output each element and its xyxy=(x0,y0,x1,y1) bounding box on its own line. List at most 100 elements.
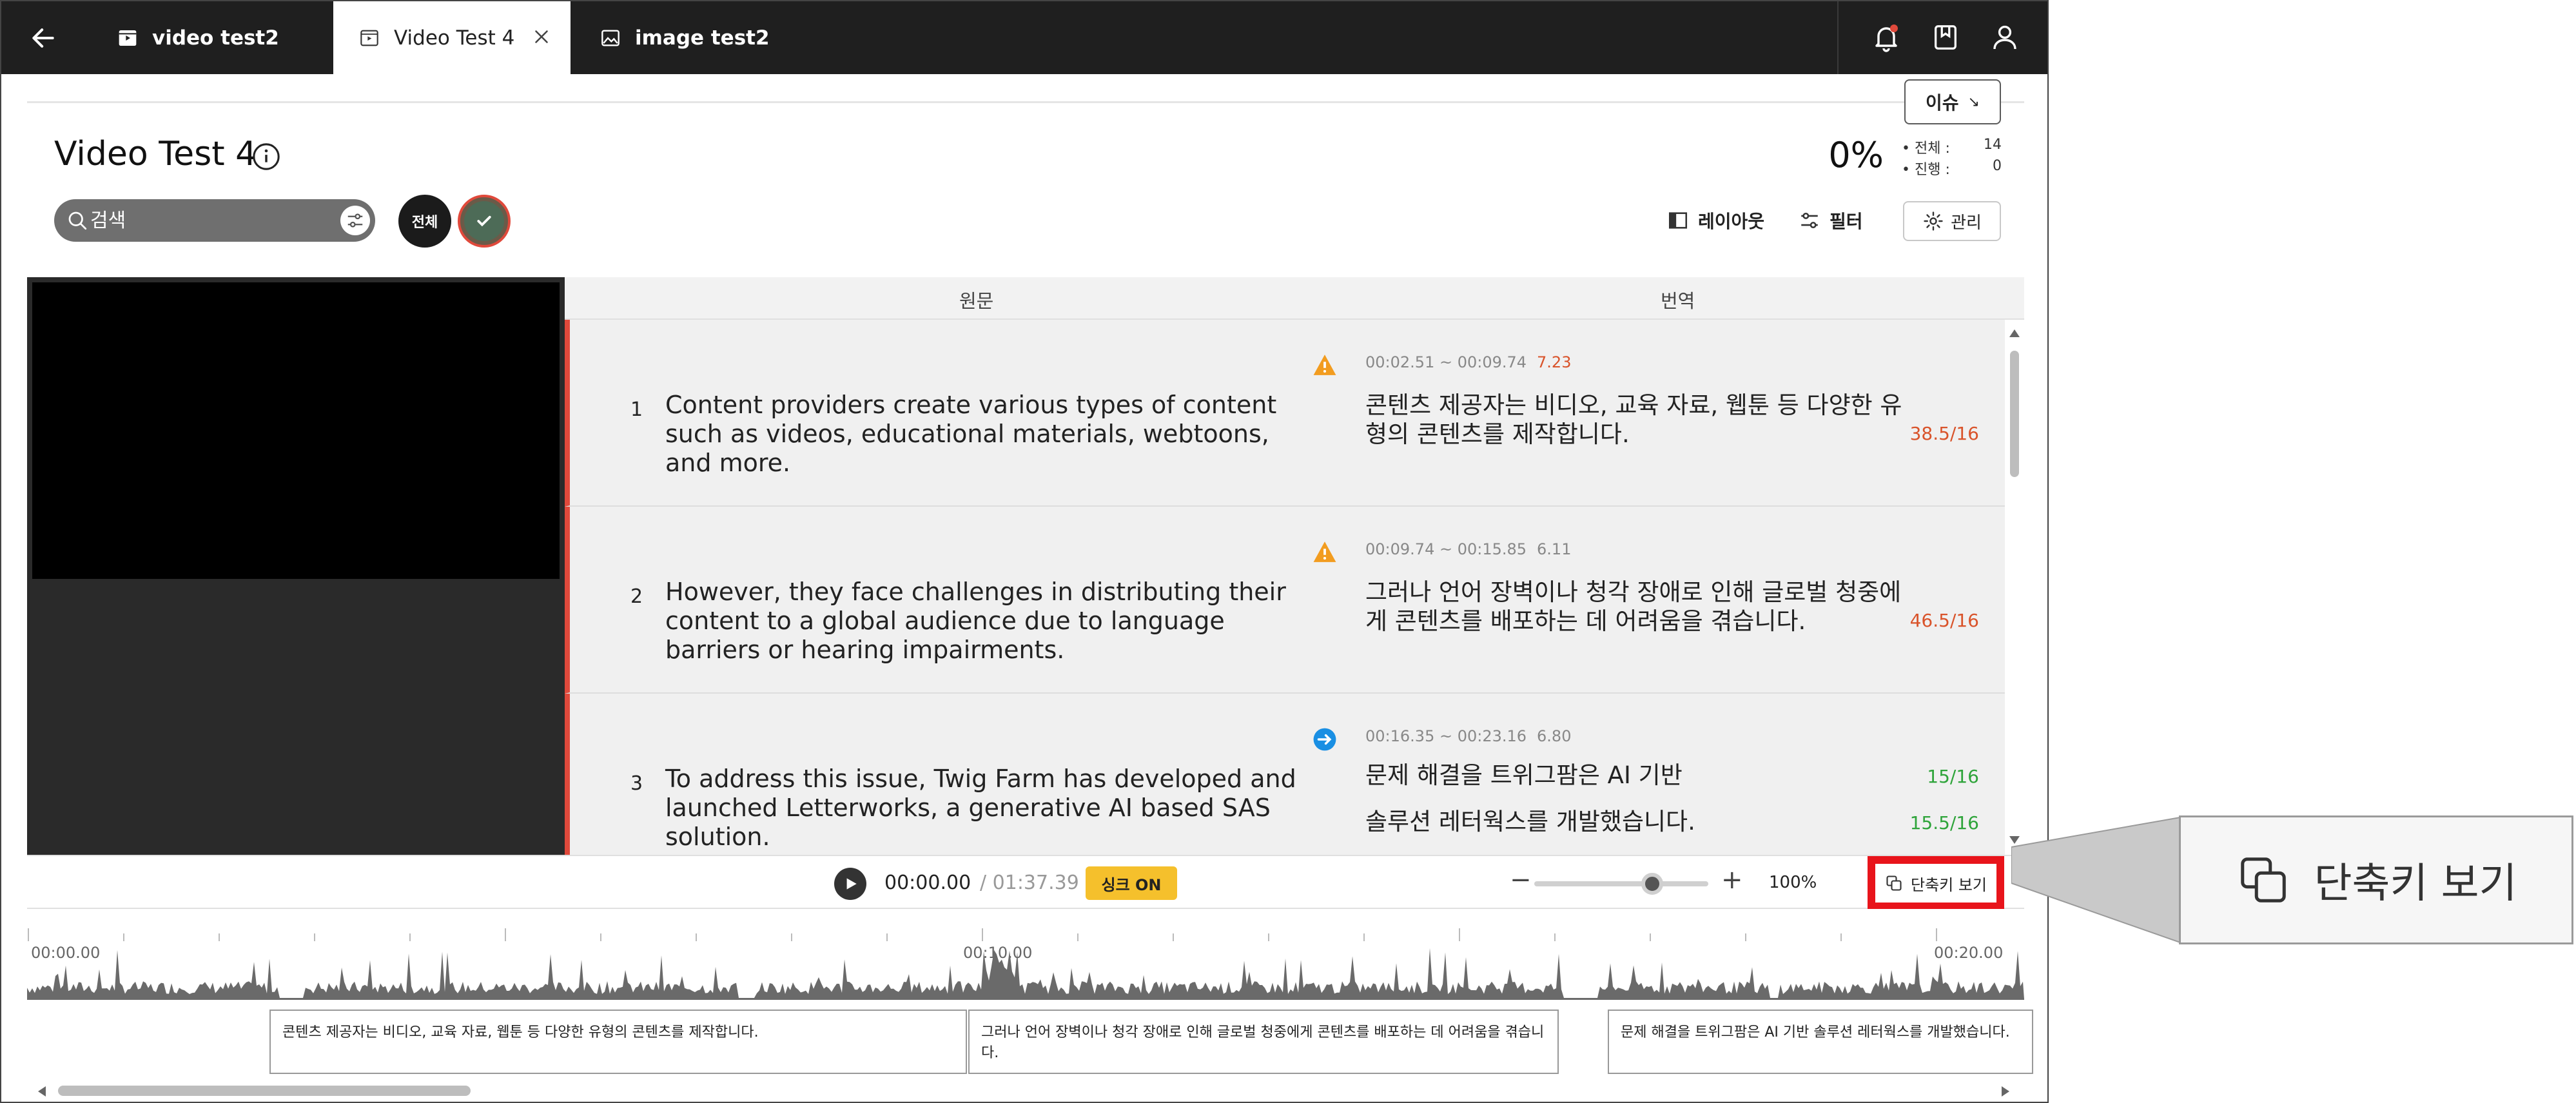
scrollbar-thumb[interactable] xyxy=(58,1086,471,1096)
info-icon[interactable] xyxy=(251,142,281,174)
app-window: video test2 Video Test 4 image test2 이슈 … xyxy=(0,0,2049,1103)
copy-icon xyxy=(2240,857,2286,903)
vertical-scrollbar[interactable] xyxy=(2005,320,2024,855)
sync-toggle[interactable]: 싱크 ON xyxy=(1086,866,1177,900)
sliders-icon xyxy=(347,213,363,228)
check-icon xyxy=(477,215,491,227)
callout-pointer xyxy=(2011,816,2181,944)
search-icon xyxy=(66,209,89,235)
translation-text[interactable]: 그러나 언어 장벽이나 청각 장애로 인해 글로벌 청중에게 콘텐츠를 배포하는… xyxy=(1365,578,1907,636)
source-text[interactable]: To address this issue, Twig Farm has dev… xyxy=(665,765,1303,852)
scroll-right-icon[interactable] xyxy=(2001,1086,2010,1097)
bookmark-button[interactable] xyxy=(1926,18,1965,57)
layout-button[interactable]: 레이아웃 xyxy=(1667,202,1764,239)
tab-video-test-4[interactable]: Video Test 4 xyxy=(333,1,571,74)
zoom-slider-handle[interactable] xyxy=(1641,873,1663,895)
user-icon xyxy=(1993,25,2016,50)
image-icon xyxy=(600,28,621,48)
table-row[interactable]: 3 To address this issue, Twig Farm has d… xyxy=(565,694,2005,855)
tab-image-test2[interactable]: image test2 xyxy=(571,1,812,74)
tab-label: image test2 xyxy=(635,26,770,50)
profile-button[interactable] xyxy=(1986,18,2024,57)
arrow-left-icon xyxy=(32,28,54,48)
copy-icon xyxy=(1886,875,1902,891)
timecode: 00:02.51 ~ 00:09.74 7.23 xyxy=(1365,353,1572,371)
tab-bar: video test2 Video Test 4 image test2 xyxy=(1,1,2047,74)
scrollbar-thumb[interactable] xyxy=(2010,351,2019,477)
timeline[interactable]: 00:00.00 00:10.00 00:20.00 xyxy=(27,909,2024,1004)
playback-bar: 00:00.00 / 01:37.39 싱크 ON − + 100% 단축키 보… xyxy=(27,855,2024,910)
search-options-button[interactable] xyxy=(340,206,370,235)
horizontal-scrollbar[interactable] xyxy=(27,1079,2024,1102)
video-icon xyxy=(359,28,380,48)
zoom-level: 100% xyxy=(1769,873,1817,892)
scroll-left-icon[interactable] xyxy=(37,1086,46,1097)
toolbar-divider xyxy=(1837,1,1839,74)
translation-text[interactable]: 솔루션 레터웍스를 개발했습니다. xyxy=(1365,807,1907,836)
zoom-in-button[interactable]: + xyxy=(1721,865,1743,895)
current-time: 00:00.00 xyxy=(884,872,971,894)
stat-total: • 전체 : 14 xyxy=(1902,137,2002,157)
source-text[interactable]: However, they face challenges in distrib… xyxy=(665,578,1303,665)
warning-icon xyxy=(1312,540,1337,566)
timecode: 00:16.35 ~ 00:23.16 6.80 xyxy=(1365,727,1572,745)
warning-icon xyxy=(1312,353,1337,379)
subtitle-clip[interactable]: 그러나 언어 장벽이나 청각 장애로 인해 글로벌 청중에게 콘텐츠를 배포하는… xyxy=(968,1010,1559,1074)
subtitle-clip[interactable]: 콘텐츠 제공자는 비디오, 교육 자료, 웹툰 등 다양한 유형의 콘텐츠를 제… xyxy=(269,1010,967,1074)
filter-chip-all[interactable]: 전체 xyxy=(398,195,451,248)
stat-in-progress: • 진행 : 0 xyxy=(1902,158,2002,178)
bell-icon xyxy=(1875,24,1898,52)
subtitle-track[interactable]: 콘텐츠 제공자는 비디오, 교육 자료, 웹툰 등 다양한 유형의 콘텐츠를 제… xyxy=(27,1007,2033,1079)
waveform-path xyxy=(27,948,2024,999)
back-button[interactable] xyxy=(1,1,85,74)
duration: 6.11 xyxy=(1537,540,1572,558)
video-screen[interactable] xyxy=(32,282,560,579)
char-count: 15/16 xyxy=(1927,766,1979,787)
arrow-down-right-icon: ↘ xyxy=(1967,93,1980,110)
video-icon xyxy=(117,28,138,48)
bookmark-icon xyxy=(1935,25,1956,50)
duration: 7.23 xyxy=(1537,353,1572,371)
avatar[interactable] xyxy=(458,195,511,248)
subtitle-table: 1 Content providers create various types… xyxy=(565,320,2005,855)
zoom-out-button[interactable]: − xyxy=(1510,865,1532,895)
layout-icon xyxy=(1668,212,1688,229)
tab-label: video test2 xyxy=(152,26,279,50)
tab-label: Video Test 4 xyxy=(394,26,515,50)
table-row[interactable]: 2 However, they face challenges in distr… xyxy=(565,507,2005,694)
zoom-slider[interactable] xyxy=(1534,873,1708,895)
notification-button[interactable] xyxy=(1867,18,1906,57)
issue-button[interactable]: 이슈 ↘ xyxy=(1904,79,2001,124)
page-title: Video Test 4 xyxy=(54,135,257,173)
manage-button[interactable]: 관리 xyxy=(1903,201,2001,241)
search-input[interactable] xyxy=(90,206,316,235)
filter-button[interactable]: 필터 xyxy=(1799,202,1863,239)
translation-text[interactable]: 문제 해결을 트위그팜은 AI 기반 xyxy=(1365,761,1907,790)
char-count: 46.5/16 xyxy=(1909,610,1979,631)
shortcut-button[interactable]: 단축키 보기 xyxy=(1868,856,2004,910)
subtitle-clip[interactable]: 문제 해결을 트위그팜은 AI 기반 솔루션 레터웍스를 개발했습니다. xyxy=(1608,1010,2033,1074)
filter-icon xyxy=(1801,212,1818,229)
row-number: 2 xyxy=(630,585,643,608)
issue-label: 이슈 xyxy=(1926,92,1959,113)
column-header-translation: 번역 xyxy=(1661,290,1695,312)
video-player[interactable] xyxy=(27,277,565,855)
char-count: 38.5/16 xyxy=(1909,423,1979,444)
translation-text[interactable]: 콘텐츠 제공자는 비디오, 교육 자료, 웹툰 등 다양한 유형의 콘텐츠를 제… xyxy=(1365,391,1907,449)
play-icon xyxy=(846,878,857,890)
char-count: 15.5/16 xyxy=(1909,812,1979,834)
total-time: / 01:37.39 xyxy=(980,872,1079,894)
close-icon[interactable] xyxy=(531,26,552,53)
tab-video-test2[interactable]: video test2 xyxy=(85,1,333,74)
row-number: 1 xyxy=(630,398,643,421)
table-row[interactable]: 1 Content providers create various types… xyxy=(565,320,2005,507)
scroll-up-icon[interactable] xyxy=(2009,329,2020,338)
gear-icon xyxy=(1924,211,1943,231)
arrow-right-icon xyxy=(1312,727,1337,754)
play-button[interactable] xyxy=(834,868,866,900)
progress-percent: 0% xyxy=(1828,135,1884,175)
search-box xyxy=(54,199,375,242)
source-text[interactable]: Content providers create various types o… xyxy=(665,391,1303,478)
column-header-source: 원문 xyxy=(959,290,994,312)
audio-waveform[interactable] xyxy=(27,935,2024,1004)
